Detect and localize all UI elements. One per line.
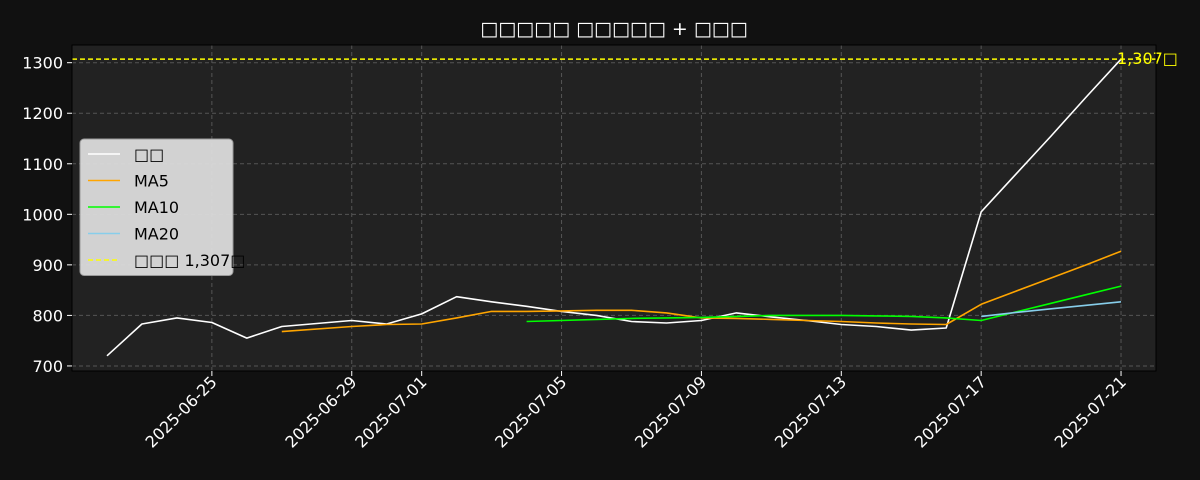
x-tick-label: 2025-07-21 — [1051, 372, 1130, 451]
legend: □□ MA5 MA10 MA20 □□□ 1,307□ — [79, 138, 245, 276]
legend-label: □□ — [134, 145, 164, 164]
y-tick-label: 1000 — [22, 205, 63, 224]
reference-line-label: 1,307□ — [1117, 49, 1178, 68]
y-tick-label: 1300 — [22, 54, 63, 73]
y-tick-label: 900 — [32, 256, 63, 275]
x-tick-label: 2025-07-01 — [351, 372, 430, 451]
legend-label: MA5 — [134, 172, 169, 191]
legend-label: MA20 — [134, 225, 179, 244]
legend-label: □□□ 1,307□ — [134, 251, 245, 270]
x-tick-label: 2025-07-09 — [631, 372, 710, 451]
x-tick-label: 2025-06-25 — [142, 372, 221, 451]
x-tick-label: 2025-06-29 — [281, 372, 360, 451]
y-tick-label: 1200 — [22, 104, 63, 123]
chart: 1,307□ 700 800 900 1000 1100 1200 1300 2025-06… — [22, 18, 1178, 452]
y-tick-label: 800 — [32, 306, 63, 325]
x-tick-label: 2025-07-05 — [491, 372, 570, 451]
y-tick-label: 1100 — [22, 155, 63, 174]
chart-title: □□□□□ □□□□□ + □□□ — [480, 18, 747, 40]
x-axis: 2025-06-25 2025-06-292025-07-01 2025-07-05… — [142, 371, 1130, 452]
y-tick-label: 700 — [32, 357, 63, 376]
x-tick-label: 2025-07-13 — [771, 372, 850, 451]
plot-background — [72, 45, 1156, 371]
y-axis: 700 800 900 1000 1100 1200 1300 — [22, 54, 72, 376]
legend-label: MA10 — [134, 198, 179, 217]
x-tick-label: 2025-07-17 — [911, 372, 990, 451]
